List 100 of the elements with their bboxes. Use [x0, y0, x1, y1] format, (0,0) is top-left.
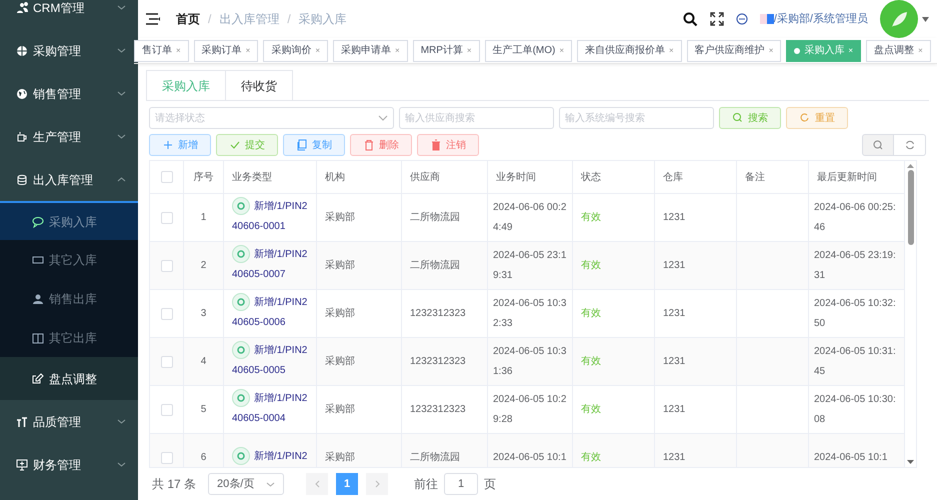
document-link[interactable]: 新增/1/PIN240605-0007	[232, 244, 308, 284]
menu-icon[interactable]	[146, 13, 160, 25]
cancel-button[interactable]: 注销	[417, 134, 479, 156]
close-icon[interactable]: ×	[918, 44, 923, 56]
caret-icon[interactable]	[922, 16, 929, 22]
status-icon	[232, 196, 250, 215]
document-link[interactable]: 新增/1/PIN240605-0004	[232, 388, 308, 428]
scroll-thumb[interactable]	[908, 170, 914, 245]
menu-item[interactable]: 销售管理	[0, 72, 138, 115]
table-cell-text: 二所物流园	[410, 258, 460, 272]
close-icon[interactable]: ×	[246, 44, 250, 56]
table-cell-text: 2024-06-05 10:31:36	[493, 344, 567, 378]
copy-icon	[296, 139, 308, 151]
table-cell-text: 3	[200, 306, 206, 320]
close-icon[interactable]: ×	[176, 44, 181, 56]
trash-icon	[363, 139, 375, 151]
table-cell-text: 1232312323	[410, 354, 466, 368]
refresh-button[interactable]	[894, 134, 926, 156]
row-checkbox[interactable]	[160, 212, 172, 224]
menu-item[interactable]: 财务管理	[0, 443, 138, 486]
submenu-item[interactable]: 采购入库	[0, 201, 138, 240]
chevron-down-icon	[117, 134, 126, 139]
table-cell-text: 2024-06-05 10:1	[493, 450, 566, 464]
chevron-down-icon	[117, 48, 126, 53]
users-icon	[16, 2, 28, 14]
page-tag[interactable]: 来自供应商报价单 ×	[577, 40, 682, 62]
table-cell-text: 2024-06-05 10:29:28	[493, 392, 567, 426]
row-checkbox[interactable]	[160, 452, 172, 464]
page-input[interactable]: 1	[444, 473, 478, 495]
check-icon	[229, 139, 241, 151]
table-cell-text: 二所物流园	[410, 450, 460, 464]
status-icon	[232, 292, 250, 311]
close-icon[interactable]: ×	[395, 44, 400, 56]
column-header: 供应商	[402, 161, 488, 193]
scroll-down-icon[interactable]	[907, 460, 914, 464]
table-cell-text: 2024-06-06 00:24:49	[493, 200, 567, 234]
page-tag[interactable]: 售订单 ×	[134, 40, 189, 62]
pot-icon	[16, 130, 28, 142]
page-tag[interactable]: 采购订单 ×	[194, 40, 258, 62]
scrollbar[interactable]	[905, 160, 917, 468]
select-all-checkbox[interactable]	[160, 171, 172, 183]
page-tag[interactable]: 生产工单(MO) ×	[484, 40, 572, 62]
submenu-item[interactable]: 盘点调整	[0, 357, 138, 400]
chat-icon[interactable]	[736, 13, 748, 25]
document-link[interactable]: 新增/1/PIN240606-0001	[232, 196, 308, 236]
delete-button[interactable]: 删除	[350, 134, 412, 156]
number-search-field[interactable]: 输入系统编号搜索	[559, 107, 714, 129]
menu-item[interactable]: 品质管理	[0, 400, 138, 443]
menu-item[interactable]: 出入库管理	[0, 158, 138, 201]
page-tag[interactable]: MRP计算 ×	[412, 40, 480, 62]
close-icon[interactable]: ×	[559, 44, 564, 56]
table-cell-text: 二所物流园	[410, 210, 460, 224]
table-cell-text: 1231	[663, 306, 686, 320]
submenu-item[interactable]: 其它出库	[0, 318, 138, 357]
breadcrumb-separator: /	[287, 11, 291, 28]
goto-label: 前往	[414, 476, 438, 493]
row-checkbox[interactable]	[160, 260, 172, 272]
row-checkbox[interactable]	[160, 404, 172, 416]
submenu-item[interactable]: 销售出库	[0, 279, 138, 318]
menu-item[interactable]: CRM管理	[0, 0, 138, 29]
scroll-up-icon[interactable]	[907, 164, 914, 168]
rectangle-icon	[32, 254, 44, 266]
user-name[interactable]: /采购部/系统管理员	[774, 10, 868, 28]
table-cell-text: 1232312323	[410, 402, 466, 416]
page-tag[interactable]: 盘点调整 ×	[866, 40, 931, 62]
supplier-search-field[interactable]: 输入供应商搜索	[399, 107, 554, 129]
table-cell-text: 采购部	[325, 450, 355, 464]
document-link[interactable]: 新增/1/PIN240605-0006	[232, 292, 308, 332]
chevron-left-icon	[314, 480, 320, 488]
fullscreen-icon[interactable]	[710, 12, 724, 26]
page-tag[interactable]: 采购申请单 ×	[333, 40, 408, 62]
row-checkbox[interactable]	[160, 308, 172, 320]
menu-item[interactable]: 生产管理	[0, 115, 138, 158]
document-link[interactable]: 新增/1/PIN2	[232, 446, 308, 466]
search-toggle-button[interactable]	[862, 134, 894, 156]
column-header: 仓库	[655, 161, 737, 193]
page-size-select[interactable]: 20条/页	[208, 473, 284, 495]
page-tag[interactable]: 采购询价 ×	[263, 40, 328, 62]
column-header: 最后更新时间	[816, 170, 878, 184]
search-icon[interactable]	[682, 12, 698, 26]
close-icon[interactable]: ×	[466, 44, 472, 56]
search-icon	[732, 112, 744, 124]
column-header: 业务类型	[224, 161, 317, 193]
close-icon[interactable]: ×	[768, 44, 774, 56]
chat-bubble-icon	[32, 216, 44, 228]
table-cell-text: 2024-06-05 23:19:31	[814, 248, 897, 282]
table-cell-text: 有效	[581, 210, 601, 224]
page-number-button[interactable]: 1	[336, 473, 358, 495]
trash-icon	[430, 139, 442, 151]
close-icon[interactable]: ×	[669, 44, 674, 56]
page-tag[interactable]: 客户供应商维护 ×	[686, 40, 782, 62]
document-link[interactable]: 新增/1/PIN240605-0005	[232, 340, 308, 380]
table-cell-text: 2024-06-05 10:32:33	[493, 296, 567, 330]
row-checkbox[interactable]	[160, 356, 172, 368]
breadcrumb-link[interactable]: 首页	[176, 10, 200, 28]
plus-icon	[162, 139, 174, 151]
database-icon	[16, 174, 28, 186]
close-icon[interactable]: ×	[315, 44, 320, 56]
tab[interactable]: 待收货	[226, 70, 293, 100]
submenu-item[interactable]: 其它入库	[0, 240, 138, 279]
